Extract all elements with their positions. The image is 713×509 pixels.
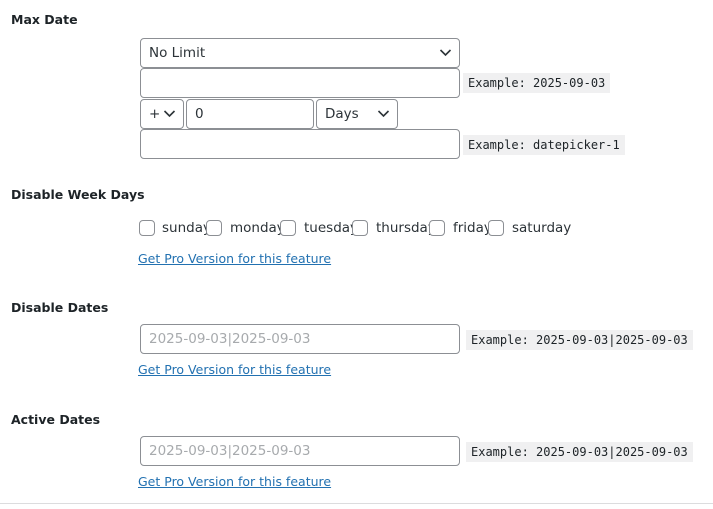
active-dates-example: Example: 2025-09-03|2025-09-03 [466, 442, 693, 462]
disable-week-days-label: Disable Week Days [11, 187, 145, 202]
max-date-input[interactable] [140, 68, 460, 98]
get-pro-link-disable-dates[interactable]: Get Pro Version for this feature [138, 362, 331, 377]
max-date-field-input[interactable] [140, 129, 460, 159]
max-date-example: Example: 2025-09-03 [463, 73, 611, 93]
day-label-saturday: saturday [512, 220, 572, 236]
active-dates-input[interactable]: 2025-09-03|2025-09-03 [140, 436, 460, 466]
offset-sign-value: + [149, 106, 161, 122]
offset-number-input[interactable]: 0 [186, 99, 314, 129]
checkbox-thursday[interactable] [352, 220, 368, 236]
max-date-label: Max Date [11, 12, 78, 27]
offset-sign-select[interactable]: + [140, 99, 184, 129]
get-pro-link-week-days[interactable]: Get Pro Version for this feature [138, 251, 331, 266]
checkbox-sunday[interactable] [139, 220, 155, 236]
day-label-tuesday: tuesday [304, 220, 359, 236]
chevron-down-icon [377, 110, 390, 118]
max-date-field-example: Example: datepicker-1 [463, 135, 625, 155]
checkbox-friday[interactable] [429, 220, 445, 236]
day-label-monday: monday [230, 220, 285, 236]
day-label-friday: friday [453, 220, 492, 236]
day-label-sunday: sunday [162, 220, 211, 236]
checkbox-saturday[interactable] [488, 220, 504, 236]
chevron-down-icon [439, 49, 452, 57]
active-dates-label: Active Dates [11, 412, 101, 427]
max-date-limit-value: No Limit [149, 45, 206, 61]
chevron-down-icon [163, 110, 176, 118]
max-date-limit-select[interactable]: No Limit [140, 38, 460, 68]
offset-unit-value: Days [325, 106, 359, 122]
get-pro-link-active-dates[interactable]: Get Pro Version for this feature [138, 474, 331, 489]
section-divider [0, 503, 713, 504]
day-label-thursday: thursday [376, 220, 436, 236]
disable-dates-input[interactable]: 2025-09-03|2025-09-03 [140, 324, 460, 354]
offset-unit-select[interactable]: Days [316, 99, 398, 129]
disable-dates-example: Example: 2025-09-03|2025-09-03 [466, 330, 693, 350]
disable-dates-label: Disable Dates [11, 300, 109, 315]
checkbox-tuesday[interactable] [280, 220, 296, 236]
checkbox-monday[interactable] [206, 220, 222, 236]
